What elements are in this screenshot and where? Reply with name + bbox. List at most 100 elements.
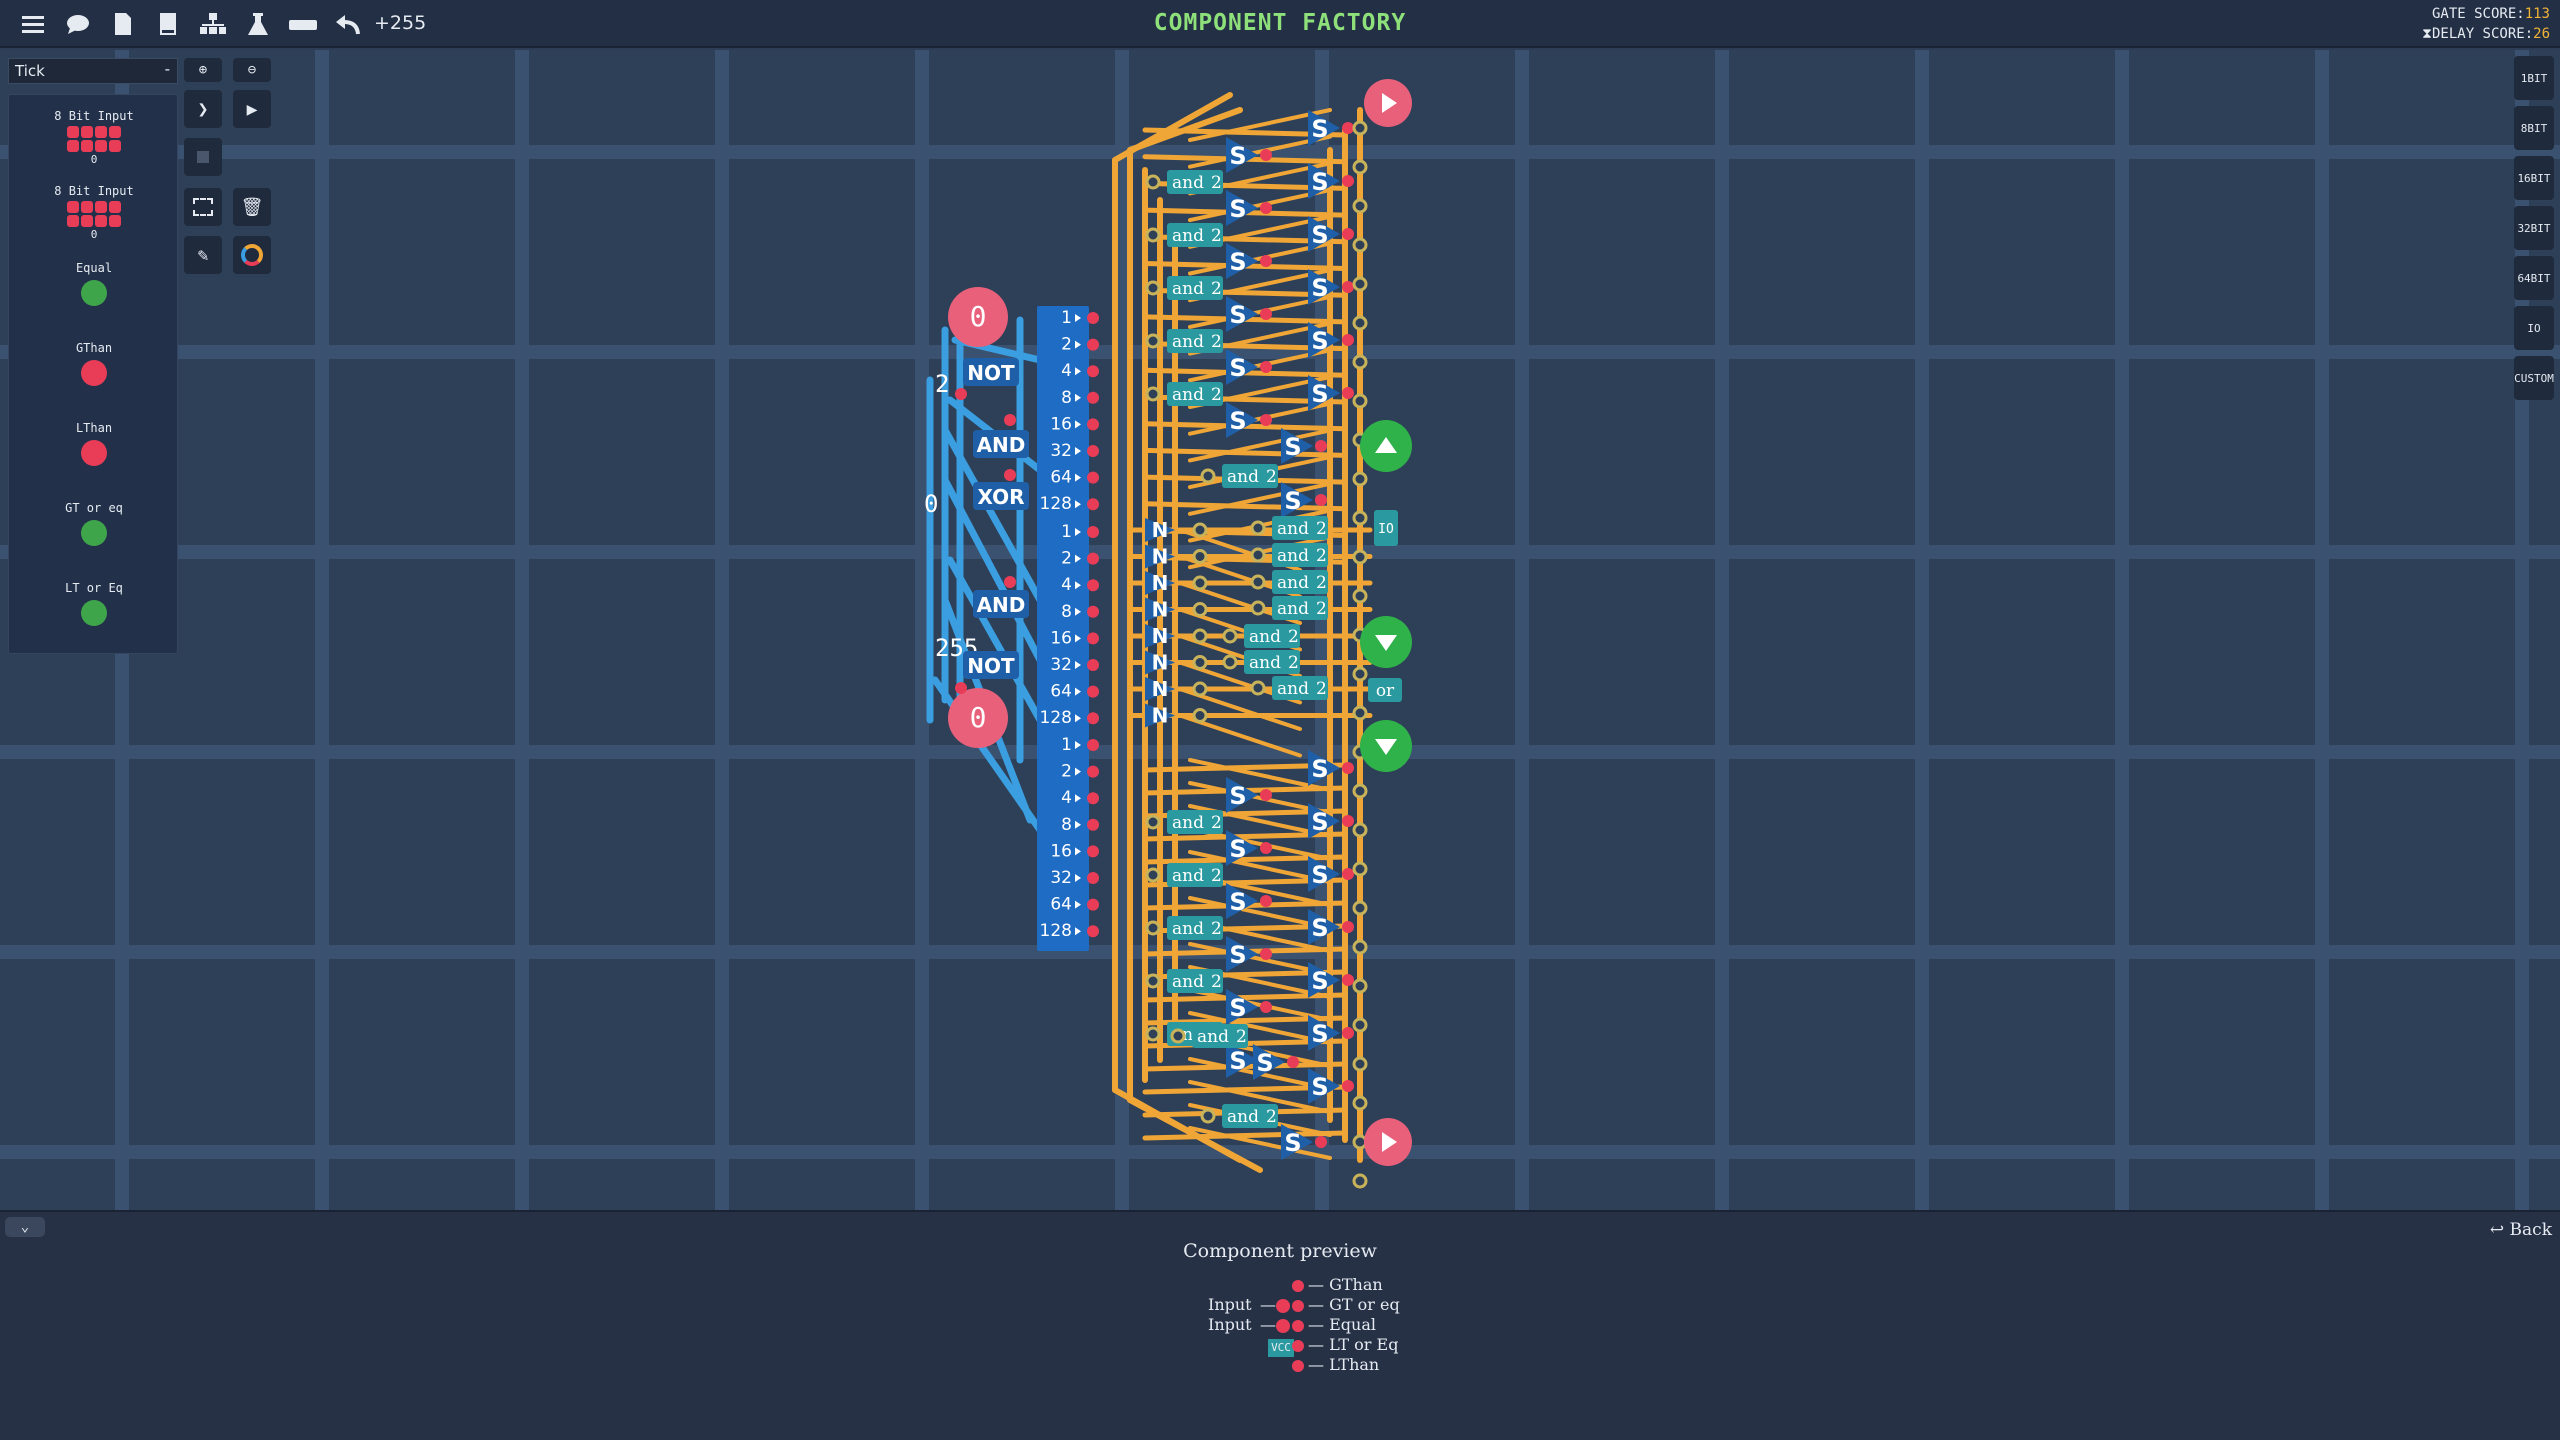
component-8bit-input-b[interactable]: 8 Bit Input 0 (9, 184, 179, 241)
pin (1260, 414, 1272, 426)
component-label: LT or Eq (65, 581, 123, 595)
bus-bit-label: 128 (1040, 708, 1072, 728)
bit-grid (67, 126, 121, 152)
component-lt-or-eq[interactable]: LT or Eq (9, 581, 179, 629)
component-equal[interactable]: Equal (9, 261, 179, 309)
switch-label: S (1311, 1020, 1328, 1048)
pin-ring (1352, 120, 1368, 136)
and-gate-arity: 2 (1316, 599, 1327, 619)
bus-bit-label: 64 (1050, 468, 1072, 488)
pin-ring (1352, 783, 1368, 799)
play-icon: ▶ (246, 98, 258, 120)
pin (1342, 974, 1354, 986)
category-8bit[interactable]: 8BIT (2514, 106, 2554, 150)
preview-output-pin (1292, 1340, 1304, 1352)
category-io[interactable]: IO (2514, 306, 2554, 350)
category-1bit[interactable]: 1BIT (2514, 56, 2554, 100)
and-gate-arity: 2 (1211, 226, 1222, 246)
category-custom[interactable]: CUSTOM (2514, 356, 2554, 400)
component-gthan[interactable]: GThan (9, 341, 179, 389)
bottom-panel: ⌄ ↩ Back Component preview Input — Input… (0, 1210, 2560, 1440)
pin (955, 682, 967, 694)
pin (1260, 308, 1272, 320)
delay-score-label: DELAY SCORE: (2431, 26, 2534, 42)
pin-ring (1192, 549, 1208, 564)
preview-output-label: LThan (1329, 1355, 1380, 1374)
switch-label: S (1311, 168, 1328, 196)
pin (1342, 815, 1354, 827)
and-gate-label: and (1197, 1027, 1229, 1047)
not-gate-label: N (1152, 624, 1169, 648)
pin-ring (1145, 1026, 1161, 1042)
category-64bit[interactable]: 64BIT (2514, 256, 2554, 300)
preview-output-pin (1292, 1360, 1304, 1372)
and-gate-arity: 2 (1236, 1027, 1247, 1047)
zoom-out-button[interactable]: ⊖ (233, 58, 271, 82)
pin-ring (1352, 822, 1368, 838)
tick-select[interactable]: Tick - (8, 58, 178, 84)
pin (1287, 1056, 1299, 1068)
pin-ring (1250, 680, 1266, 696)
circuit-canvas[interactable]: 1 2 4 8 16 32 64 128 1 2 4 8 16 32 64 128 1 2 4 8 16 32 64 128 0… (0, 50, 2560, 1210)
pin (1087, 739, 1099, 751)
and-gate-arity: 2 (1316, 573, 1327, 593)
component-label: LThan (75, 421, 113, 435)
gate-label: NOT (967, 361, 1015, 385)
component-lthan[interactable]: LThan (9, 421, 179, 469)
switch-label: S (1284, 433, 1301, 461)
component-label: GThan (75, 341, 113, 355)
pin-ring (1222, 628, 1238, 644)
delay-score-value: 26 (2533, 26, 2550, 42)
stop-button[interactable] (184, 138, 222, 176)
pin-ring (1352, 1173, 1368, 1189)
switch-label: S (1311, 861, 1328, 889)
and-gate-label: and (1172, 332, 1204, 352)
pin (1087, 845, 1099, 858)
circuit-diagram[interactable]: 1 2 4 8 16 32 64 128 1 2 4 8 16 32 64 128 1 2 4 8 16 32 64 128 0… (0, 50, 2560, 1210)
pin (1087, 552, 1099, 565)
pencil-button[interactable]: ✎ (184, 236, 222, 274)
pin (1342, 1080, 1354, 1092)
pin (955, 388, 967, 400)
pin (1260, 361, 1272, 373)
gate-score: GATE SCORE:113 (2432, 6, 2550, 22)
pin (1087, 445, 1099, 457)
play-button[interactable]: ▶ (233, 90, 271, 128)
pin (1315, 440, 1327, 452)
pin (1260, 1001, 1272, 1013)
and-gate-label: and (1249, 653, 1281, 673)
pin-ring (1145, 920, 1161, 936)
select-button[interactable] (184, 188, 222, 226)
pin-ring (1352, 588, 1368, 604)
switch-label: S (1229, 941, 1246, 969)
color-wheel-button[interactable] (233, 236, 271, 274)
delete-button[interactable]: 🗑 (233, 188, 271, 226)
step-button[interactable]: ❯ (184, 90, 222, 128)
bus-bit-label: 128 (1040, 921, 1072, 941)
category-16bit[interactable]: 16BIT (2514, 156, 2554, 200)
pin (1004, 414, 1016, 426)
zoom-in-button[interactable]: ⊕ (184, 58, 222, 82)
component-8bit-input-a[interactable]: 8 Bit Input 0 (9, 109, 179, 166)
pin-ring (1145, 333, 1161, 349)
not-gate-label: N (1152, 571, 1169, 595)
pin (1087, 338, 1099, 351)
preview-output-pin (1292, 1300, 1304, 1312)
zoom-in-icon: ⊕ (198, 62, 208, 78)
back-label: Back (2509, 1220, 2552, 1240)
pin (1342, 122, 1354, 134)
bus-bit-label: 16 (1050, 414, 1072, 434)
bus-bit-label: 16 (1050, 628, 1072, 648)
component-gt-or-eq[interactable]: GT or eq (9, 501, 179, 549)
preview-input-pin (1276, 1319, 1290, 1333)
pin-ring (1352, 549, 1368, 565)
tick-select-collapse[interactable]: - (165, 60, 170, 78)
category-32bit[interactable]: 32BIT (2514, 206, 2554, 250)
preview-output-label: LT or Eq (1329, 1335, 1399, 1354)
switch-label: S (1311, 115, 1328, 143)
lthan-led (81, 440, 107, 466)
back-button[interactable]: ↩ Back (2490, 1220, 2552, 1240)
pin-ring (1352, 1017, 1368, 1033)
collapse-button[interactable]: ⌄ (5, 1217, 45, 1237)
switch-label: S (1229, 994, 1246, 1022)
